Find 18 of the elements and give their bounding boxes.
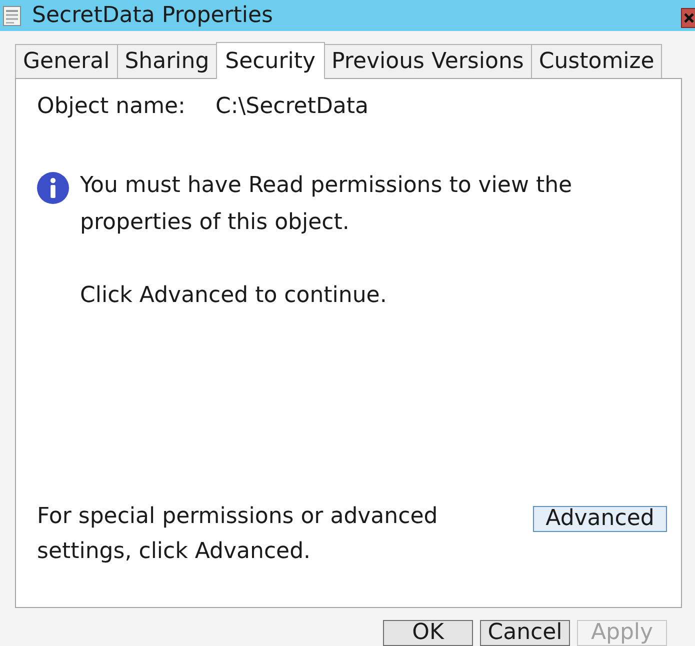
dialog-button[interactable]: Cancel (480, 620, 570, 646)
object-name-label: Object name: (37, 93, 186, 121)
window-title: SecretData Properties (32, 3, 274, 28)
advanced-hint: For special permissions or advanced settings, click Advanced. (37, 503, 439, 566)
info-icon (37, 172, 69, 204)
tab[interactable]: Customize (530, 44, 662, 78)
dialog-button[interactable]: OK (383, 620, 473, 646)
tab[interactable]: Security (216, 42, 325, 79)
tab[interactable]: Previous Versions (324, 44, 532, 78)
continue-note: Click Advanced to continue. (80, 282, 388, 310)
close-button[interactable] (681, 8, 695, 28)
properties-icon (3, 6, 21, 26)
object-name-value: C:\SecretData (215, 93, 368, 121)
tab[interactable]: General (15, 44, 118, 78)
permission-message: You must have Read permissions to view the properties of this object. (80, 172, 574, 237)
advanced-button[interactable]: Advanced (533, 506, 667, 532)
tab[interactable]: Sharing (116, 44, 218, 78)
close-icon (684, 13, 694, 23)
